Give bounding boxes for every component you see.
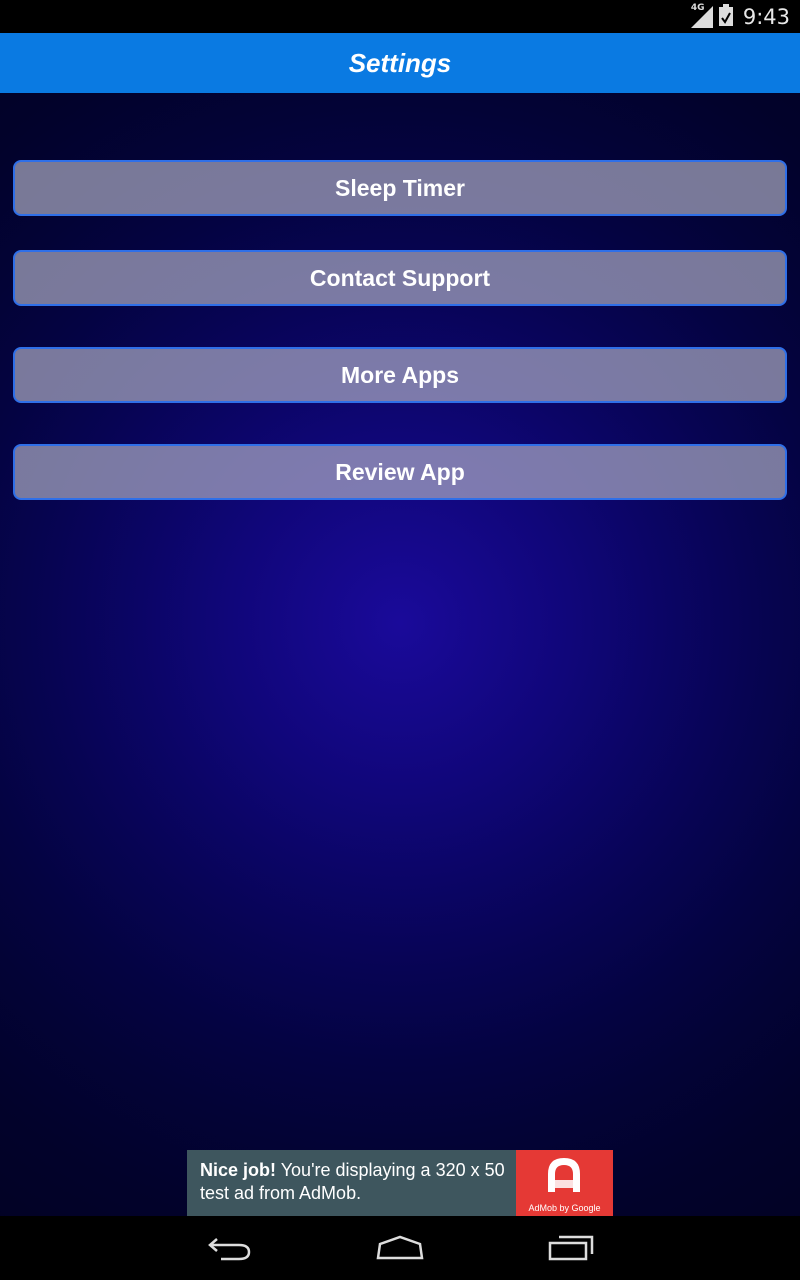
battery-icon — [718, 3, 733, 31]
contact-support-button[interactable]: Contact Support — [13, 250, 787, 306]
page-title: Settings — [348, 47, 452, 78]
home-icon — [376, 1235, 424, 1260]
network-type: 4G — [690, 3, 705, 13]
settings-content: Sleep Timer Contact Support More Apps Re… — [0, 93, 800, 1216]
app-bar: Settings — [0, 33, 800, 93]
recents-icon — [548, 1235, 594, 1261]
ad-headline: Nice job! — [200, 1160, 277, 1180]
ad-banner[interactable]: Nice job! You're displaying a 320 x 50 t… — [187, 1150, 613, 1216]
status-icons: 4G 9:43 — [690, 3, 790, 31]
status-bar: 4G 9:43 — [0, 0, 800, 33]
sleep-timer-button[interactable]: Sleep Timer — [13, 160, 787, 216]
signal-icon: 4G — [690, 3, 713, 28]
status-time: 9:43 — [742, 5, 790, 29]
back-icon — [208, 1238, 251, 1261]
ad-brand: AdMob by Google — [528, 1203, 601, 1213]
more-apps-button[interactable]: More Apps — [13, 347, 787, 403]
nav-bar — [0, 1216, 800, 1280]
recents-button[interactable] — [541, 1228, 601, 1268]
back-button[interactable] — [200, 1228, 260, 1268]
review-app-button[interactable]: Review App — [13, 444, 787, 500]
ad-text: Nice job! You're displaying a 320 x 50 t… — [187, 1150, 516, 1216]
home-button[interactable] — [370, 1228, 430, 1268]
admob-logo: AdMob by Google — [516, 1150, 613, 1216]
